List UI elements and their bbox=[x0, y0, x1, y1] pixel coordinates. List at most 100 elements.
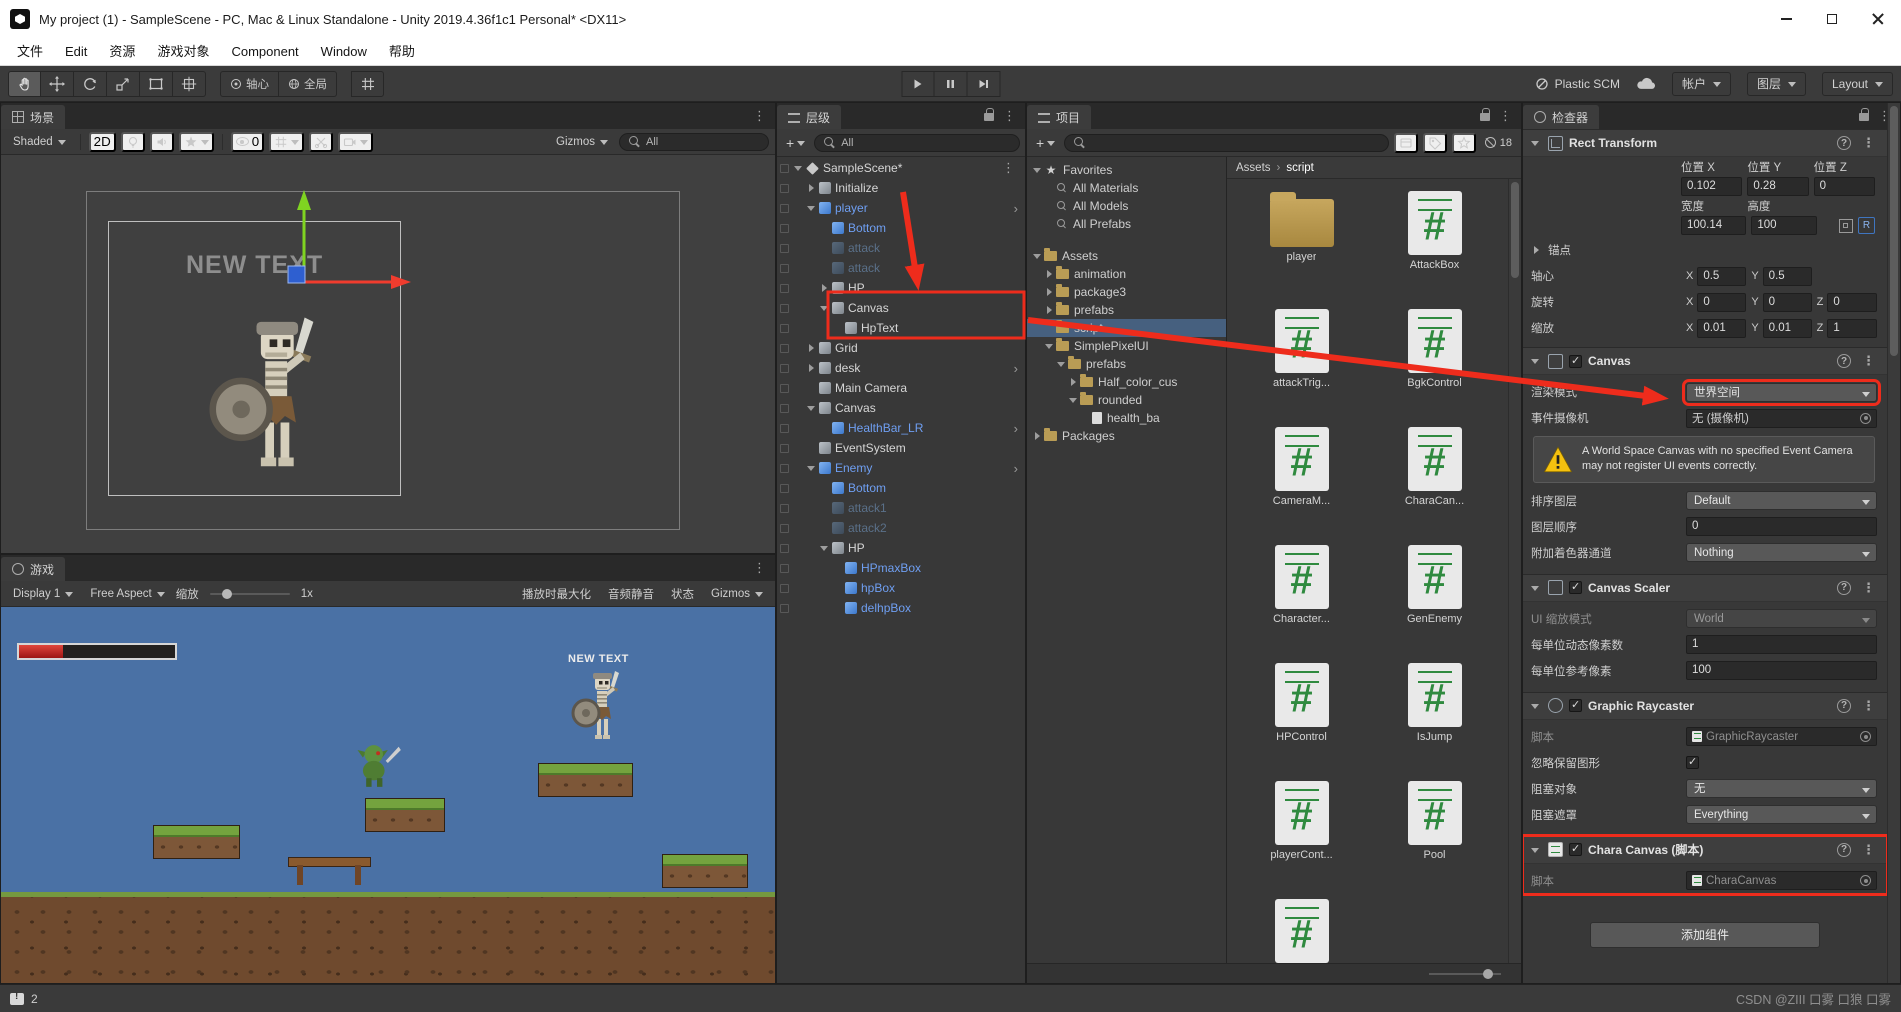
skeleton-sprite[interactable] bbox=[204, 307, 344, 503]
raw-edit-toggle[interactable]: R bbox=[1857, 217, 1875, 234]
menu-item-2[interactable]: 资源 bbox=[98, 38, 146, 65]
rect-transform-header[interactable]: Rect Transform bbox=[1523, 129, 1887, 157]
rect-tool-button[interactable] bbox=[140, 70, 173, 97]
visibility-toggle-icon[interactable] bbox=[777, 218, 792, 238]
lighting-toggle-button[interactable] bbox=[120, 131, 145, 152]
visibility-toggle-icon[interactable] bbox=[777, 398, 792, 418]
breadcrumb-script[interactable]: script bbox=[1286, 162, 1313, 174]
lock-icon[interactable] bbox=[1859, 108, 1869, 121]
visibility-toggle-icon[interactable] bbox=[777, 338, 792, 358]
prefab-open-arrow-icon[interactable] bbox=[1012, 361, 1020, 376]
event-camera-field[interactable]: 无 (摄像机) bbox=[1686, 408, 1877, 428]
hierarchy-item-bottom[interactable]: Bottom bbox=[777, 478, 1025, 498]
hierarchy-item-player[interactable]: player bbox=[777, 198, 1025, 218]
prefab-open-arrow-icon[interactable] bbox=[1012, 421, 1020, 436]
kebab-menu-icon[interactable] bbox=[748, 103, 771, 129]
scene-search-input[interactable]: All bbox=[619, 132, 769, 151]
expander-icon[interactable] bbox=[805, 180, 818, 196]
scale-tool-button[interactable] bbox=[107, 70, 140, 97]
pivot-y-field[interactable]: 0.5 bbox=[1762, 266, 1812, 286]
visibility-toggle-icon[interactable] bbox=[777, 258, 792, 278]
layers-dropdown[interactable]: 图层 bbox=[1746, 71, 1806, 96]
width-field[interactable]: 100.14 bbox=[1681, 216, 1747, 235]
blocking-mask-dropdown[interactable]: Everything bbox=[1686, 805, 1877, 825]
kebab-menu-icon[interactable] bbox=[997, 160, 1020, 176]
visibility-toggle-icon[interactable] bbox=[777, 198, 792, 218]
expander-icon[interactable] bbox=[1043, 266, 1056, 282]
expander-icon[interactable] bbox=[1031, 248, 1044, 264]
project-file-bgkcontrol[interactable]: BgkControl bbox=[1368, 309, 1501, 419]
tab-game[interactable]: 游戏 bbox=[1, 557, 66, 581]
project-tree-item-script[interactable]: script bbox=[1027, 319, 1226, 337]
search-by-label-button[interactable] bbox=[1422, 132, 1447, 153]
hierarchy-item-canvas[interactable]: Canvas bbox=[777, 298, 1025, 318]
kebab-menu-icon[interactable] bbox=[1857, 135, 1880, 151]
hidden-objects-button[interactable]: 0 bbox=[230, 131, 265, 152]
cut-tool-button[interactable] bbox=[309, 131, 334, 152]
project-tree-item-prefabs[interactable]: prefabs bbox=[1027, 301, 1226, 319]
project-tree-item-package3[interactable]: package3 bbox=[1027, 283, 1226, 301]
project-file-grid[interactable]: player AttackBox attackTrig... BgkControl Ca… bbox=[1227, 179, 1521, 963]
project-tree-item-favorites[interactable]: ★ Favorites bbox=[1027, 161, 1226, 179]
help-icon[interactable] bbox=[1837, 580, 1851, 595]
project-file-player[interactable]: player bbox=[1235, 191, 1368, 301]
project-file-pool[interactable]: Pool bbox=[1368, 781, 1501, 891]
rotation-y-field[interactable]: 0 bbox=[1762, 292, 1812, 312]
camera-settings-dropdown[interactable] bbox=[338, 131, 374, 152]
kebab-menu-icon[interactable] bbox=[1857, 353, 1880, 369]
hierarchy-item-attack[interactable]: attack bbox=[777, 258, 1025, 278]
enabled-checkbox[interactable] bbox=[1569, 354, 1582, 368]
create-object-button[interactable]: + bbox=[782, 135, 809, 151]
project-tree-item-prefabs[interactable]: prefabs bbox=[1027, 355, 1226, 373]
canvas-header[interactable]: Canvas bbox=[1523, 347, 1887, 375]
object-picker-icon[interactable] bbox=[1860, 412, 1871, 424]
visibility-toggle-icon[interactable] bbox=[777, 158, 792, 178]
help-icon[interactable] bbox=[1837, 354, 1851, 368]
project-tree-item-assets[interactable]: Assets bbox=[1027, 247, 1226, 265]
stats-button[interactable]: 状态 bbox=[665, 584, 700, 604]
hierarchy-item-hpmaxbox[interactable]: HPmaxBox bbox=[777, 558, 1025, 578]
global-toggle-button[interactable]: 全局 bbox=[279, 70, 337, 97]
lock-icon[interactable] bbox=[984, 108, 994, 121]
visibility-toggle-icon[interactable] bbox=[777, 498, 792, 518]
menu-item-3[interactable]: 游戏对象 bbox=[146, 38, 220, 65]
scale-z-field[interactable]: 1 bbox=[1827, 318, 1877, 338]
hierarchy-item-enemy[interactable]: Enemy bbox=[777, 458, 1025, 478]
hierarchy-item-delhpbox[interactable]: delhpBox bbox=[777, 598, 1025, 618]
kebab-menu-icon[interactable] bbox=[1857, 842, 1880, 858]
scrollbar-thumb[interactable] bbox=[1511, 182, 1519, 278]
prefab-open-arrow-icon[interactable] bbox=[1012, 461, 1020, 476]
hand-tool-button[interactable] bbox=[8, 70, 41, 97]
hierarchy-item-hp[interactable]: HP bbox=[777, 538, 1025, 558]
hierarchy-item-bottom[interactable]: Bottom bbox=[777, 218, 1025, 238]
project-tree-item-all-models[interactable]: All Models bbox=[1027, 197, 1226, 215]
favorites-filter-button[interactable] bbox=[1451, 132, 1476, 153]
canvas-scaler-header[interactable]: Canvas Scaler bbox=[1523, 573, 1887, 602]
foldout-icon[interactable] bbox=[1530, 582, 1542, 594]
inspector-scroll-area[interactable]: Rect Transform 位置 X 位置 Y 位置 Z 0.102 0.28… bbox=[1523, 129, 1900, 983]
project-tree-item-all-materials[interactable]: All Materials bbox=[1027, 179, 1226, 197]
scrollbar-thumb[interactable] bbox=[1890, 106, 1898, 356]
grid-snap-button[interactable] bbox=[351, 70, 384, 97]
project-file-characan-[interactable]: CharaCan... bbox=[1368, 427, 1501, 537]
hierarchy-item-healthbar-lr[interactable]: HealthBar_LR bbox=[777, 418, 1025, 438]
pivot-toggle-button[interactable]: 轴心 bbox=[220, 70, 279, 97]
visibility-toggle-icon[interactable] bbox=[777, 518, 792, 538]
maximize-on-play-button[interactable]: 播放时最大化 bbox=[516, 584, 597, 604]
visibility-toggle-icon[interactable] bbox=[777, 458, 792, 478]
hidden-packages-count[interactable]: 18 bbox=[1481, 137, 1516, 149]
prefab-open-arrow-icon[interactable] bbox=[1012, 201, 1020, 216]
kebab-menu-icon[interactable] bbox=[1857, 698, 1880, 714]
visibility-toggle-icon[interactable] bbox=[777, 178, 792, 198]
menu-item-5[interactable]: Window bbox=[310, 38, 378, 65]
project-tree-item-packages[interactable]: Packages bbox=[1027, 427, 1226, 445]
expander-icon[interactable] bbox=[805, 340, 818, 356]
hierarchy-search-input[interactable]: All bbox=[814, 133, 1020, 152]
visibility-toggle-icon[interactable] bbox=[777, 358, 792, 378]
pos-z-field[interactable]: 0 bbox=[1813, 177, 1875, 196]
mute-audio-button[interactable]: 音频静音 bbox=[602, 584, 660, 604]
tab-inspector[interactable]: 检查器 bbox=[1523, 105, 1600, 129]
project-tree-item-health-ba[interactable]: health_ba bbox=[1027, 409, 1226, 427]
expander-icon[interactable] bbox=[818, 300, 831, 316]
ignore-reversed-checkbox[interactable] bbox=[1686, 755, 1699, 770]
